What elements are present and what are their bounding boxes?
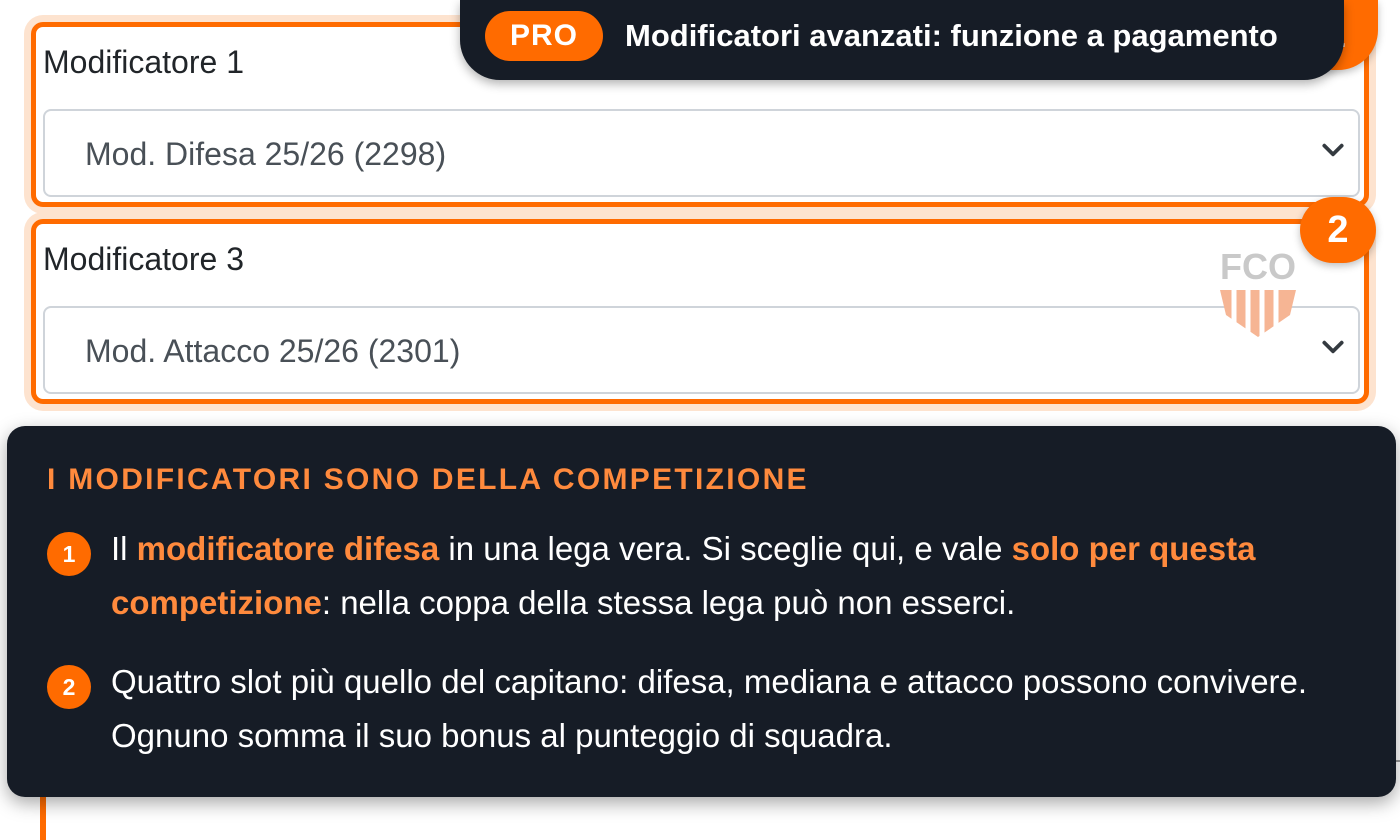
pro-banner-text: Modificatori avanzati: funzione a pagame… [625,18,1278,53]
modifier-1-select[interactable]: Mod. Difesa 25/26 (2298) [43,109,1360,197]
info-panel-title: I MODIFICATORI SONO DELLA COMPETIZIONE [47,463,809,496]
step-badge-2: 2 [1300,197,1376,263]
chevron-down-icon [1322,143,1344,157]
info-item-number: 2 [47,665,91,709]
modifier-3-label: Modificatore 3 [43,241,244,277]
modifier-3-selected-value: Mod. Attacco 25/26 (2301) [85,333,461,369]
fco-watermark-logo: FCO [1220,246,1296,339]
background-divider [1396,760,1400,762]
info-item-number: 1 [47,532,91,576]
watermark-text: FCO [1220,246,1296,287]
modifiers-info-panel: I MODIFICATORI SONO DELLA COMPETIZIONE 1… [7,426,1396,797]
info-item-text: Quattro slot più quello del capitano: di… [111,663,1308,754]
pro-feature-banner: PRO Modificatori avanzati: funzione a pa… [460,0,1344,80]
modifier-1-label: Modificatore 1 [43,44,244,80]
modifier-1-selected-value: Mod. Difesa 25/26 (2298) [85,136,447,172]
modifier-3-select[interactable]: Mod. Attacco 25/26 (2301) [43,306,1360,394]
chevron-down-icon [1322,340,1344,354]
info-item-text: Il modificatore difesa in una lega vera.… [111,530,1256,621]
modifier-3-field: Modificatore 3 Mod. Attacco 25/26 (2301) [31,219,1369,404]
highlight-text: modificatore difesa [136,530,440,567]
pro-badge: PRO [485,11,603,61]
